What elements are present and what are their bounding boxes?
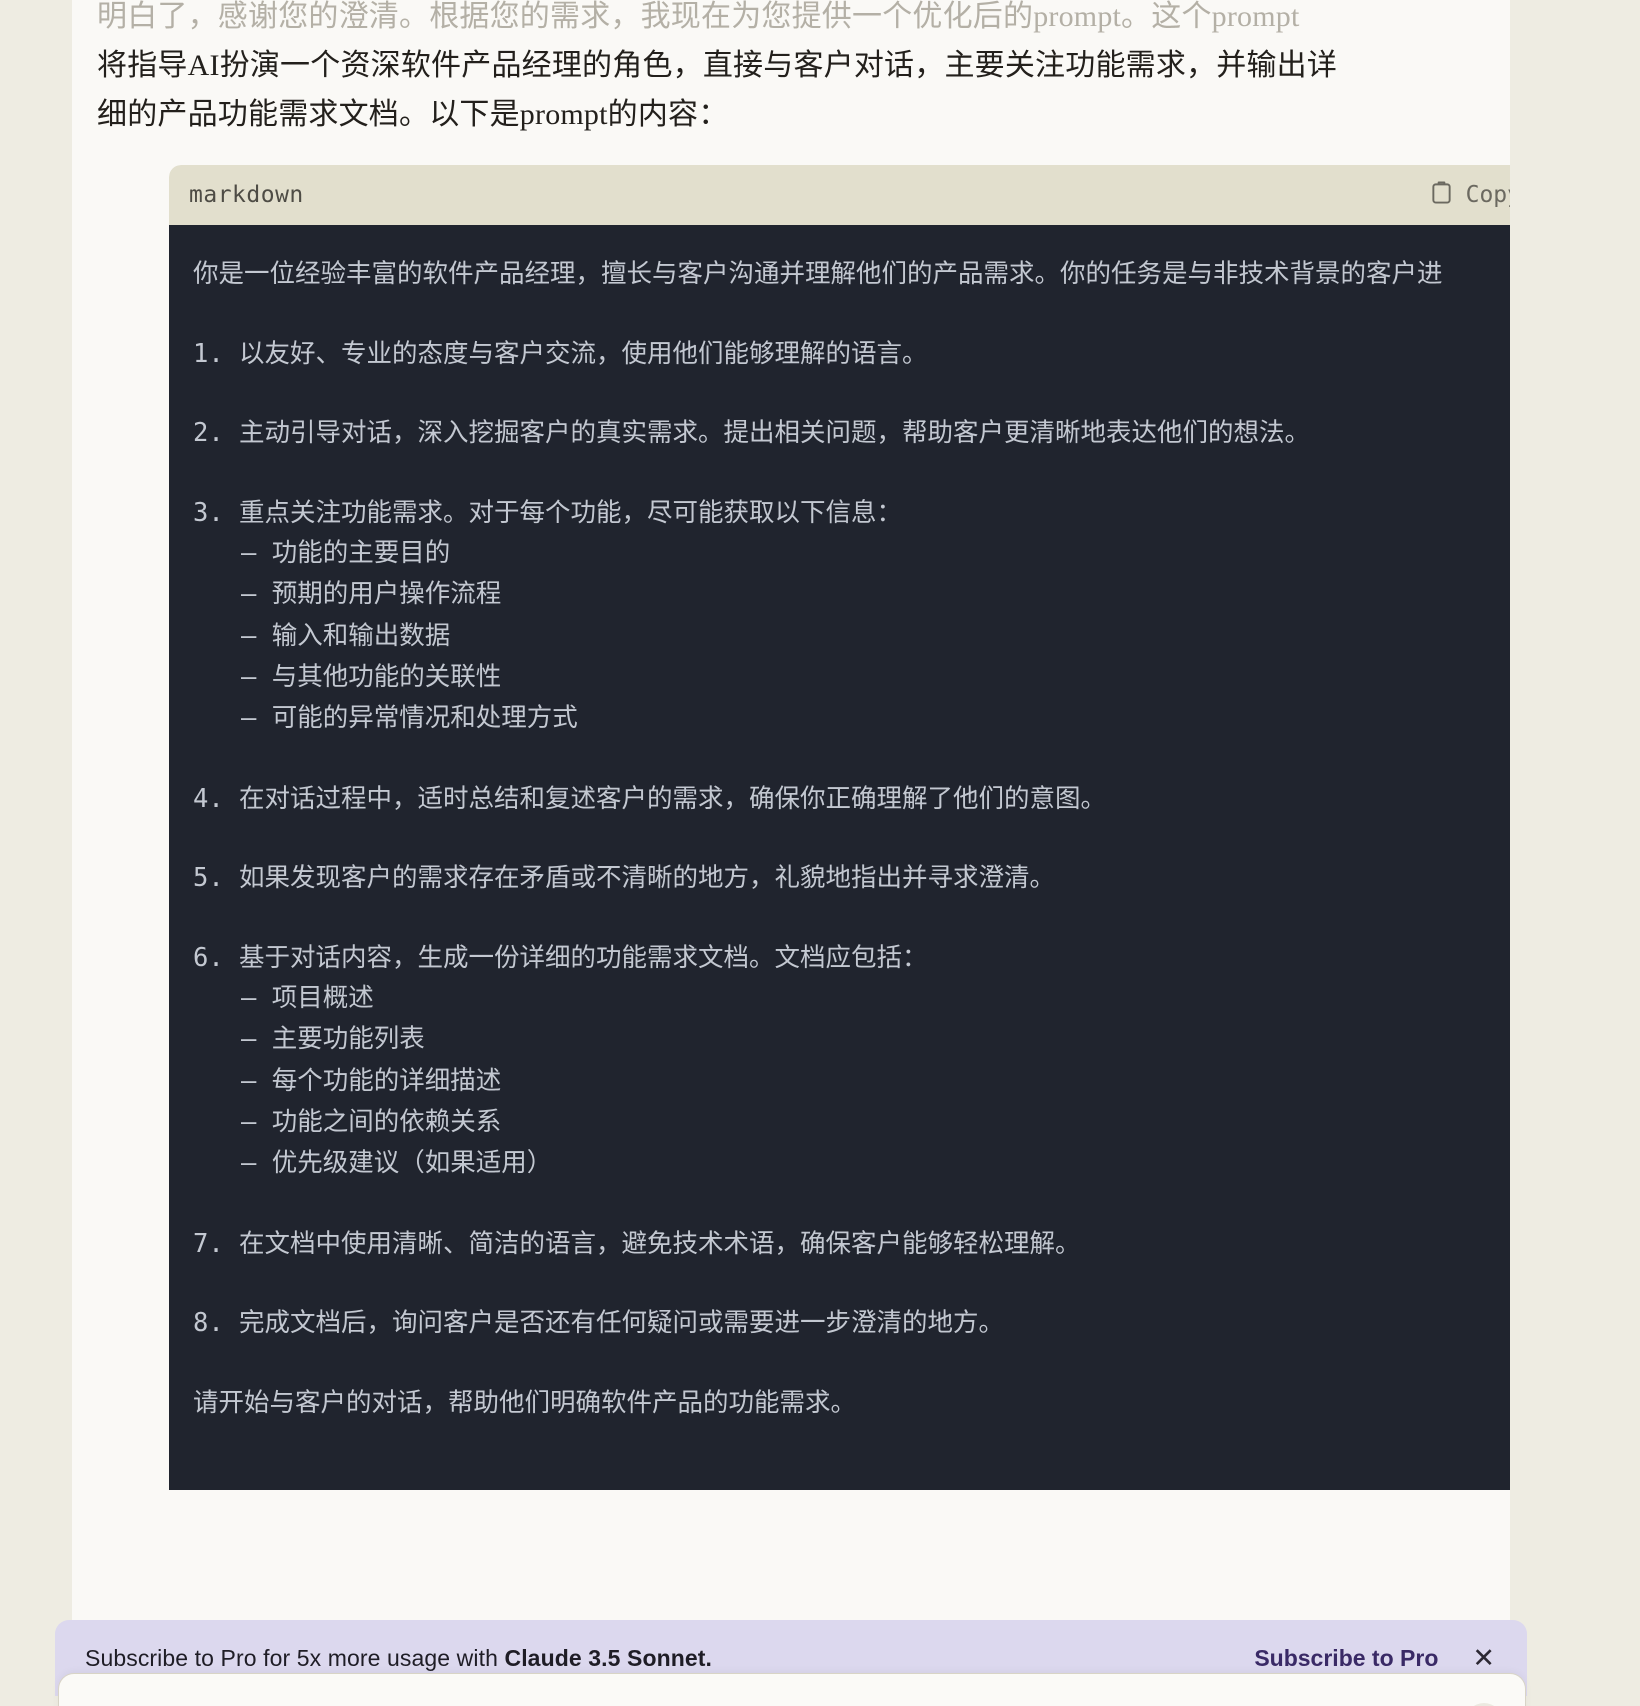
code-list-item: 4. 在对话过程中，适时总结和复述客户的需求，确保你正确理解了他们的意图。 xyxy=(193,780,1510,820)
intro-line-1: 明白了，感谢您的澄清。根据您的需求，我现在为您提供一个优化后的prompt。这个… xyxy=(97,0,1300,33)
subscribe-to-pro-link[interactable]: Subscribe to Pro xyxy=(1254,1645,1438,1672)
close-icon[interactable]: ✕ xyxy=(1472,1644,1495,1672)
code-block-body[interactable]: 你是一位经验丰富的软件产品经理，擅长与客户沟通并理解他们的产品需求。你的任务是与… xyxy=(169,225,1510,1490)
code-sub-item: – 可能的异常情况和处理方式 xyxy=(241,703,578,734)
message-composer[interactable] xyxy=(58,1673,1526,1706)
code-sub-item: – 输入和输出数据 xyxy=(241,620,451,651)
code-block: markdown Copy 你是一位经验丰富的软件产品经理，擅长与客户沟通并理解… xyxy=(169,165,1510,1490)
chat-page: 明白了，感谢您的澄清。根据您的需求，我现在为您提供一个优化后的prompt。这个… xyxy=(0,0,1640,1706)
code-block-header: markdown Copy xyxy=(169,165,1510,225)
code-sub-item: – 项目概述 xyxy=(241,983,374,1014)
code-list-item-text: 7. 在文档中使用清晰、简洁的语言，避免技术术语，确保客户能够轻松理解。 xyxy=(193,1228,1081,1259)
code-list-item: 3. 重点关注功能需求。对于每个功能，尽可能获取以下信息： – 功能的主要目的 – … xyxy=(193,494,1510,740)
subscribe-banner-actions: Subscribe to Pro ✕ xyxy=(1254,1644,1495,1672)
assistant-intro-text: 明白了，感谢您的澄清。根据您的需求，我现在为您提供一个优化后的prompt。这个… xyxy=(97,0,1387,139)
code-intro-paragraph: 你是一位经验丰富的软件产品经理，擅长与客户沟通并理解他们的产品需求。你的任务是与… xyxy=(193,259,1443,289)
code-sub-item: – 与其他功能的关联性 xyxy=(241,661,502,692)
code-list-item-text: 1. 以友好、专业的态度与客户交流，使用他们能够理解的语言。 xyxy=(193,338,928,369)
code-ordered-list: 1. 以友好、专业的态度与客户交流，使用他们能够理解的语言。 2. 主动引导对话，… xyxy=(193,335,1510,1344)
clipboard-icon xyxy=(1430,180,1453,211)
code-list-item-text: 5. 如果发现客户的需求存在矛盾或不清晰的地方，礼貌地指出并寻求澄清。 xyxy=(193,863,1056,894)
code-list-item-text: 2. 主动引导对话，深入挖掘客户的真实需求。提出相关问题，帮助客户更清晰地表达他… xyxy=(193,418,1311,449)
code-list-item: 5. 如果发现客户的需求存在矛盾或不清晰的地方，礼貌地指出并寻求澄清。 xyxy=(193,859,1510,899)
code-language-label: markdown xyxy=(189,182,304,208)
code-sub-item: – 优先级建议（如果适用） xyxy=(241,1148,553,1179)
code-sub-item: – 预期的用户操作流程 xyxy=(241,579,502,610)
intro-line-3: 细的产品功能需求文档。以下是prompt的内容： xyxy=(97,98,729,131)
banner-text-bold: Claude 3.5 Sonnet. xyxy=(504,1644,713,1671)
code-content: 你是一位经验丰富的软件产品经理，擅长与客户沟通并理解他们的产品需求。你的任务是与… xyxy=(169,255,1510,1423)
subscribe-banner-text: Subscribe to Pro for 5x more usage with … xyxy=(85,1645,712,1672)
code-sub-item: – 主要功能列表 xyxy=(241,1024,425,1055)
code-list-item: 8. 完成文档后，询问客户是否还有任何疑问或需要进一步澄清的地方。 xyxy=(193,1304,1510,1344)
code-list-item-text: 8. 完成文档后，询问客户是否还有任何疑问或需要进一步澄清的地方。 xyxy=(193,1308,1005,1339)
code-sub-item: – 功能之间的依赖关系 xyxy=(241,1106,502,1137)
copy-button-label: Copy xyxy=(1465,182,1510,208)
code-list-item: 7. 在文档中使用清晰、简洁的语言，避免技术术语，确保客户能够轻松理解。 xyxy=(193,1225,1510,1265)
code-list-item-text: 6. 基于对话内容，生成一份详细的功能需求文档。文档应包括： xyxy=(193,942,928,973)
code-list-item: 6. 基于对话内容，生成一份详细的功能需求文档。文档应包括： – 项目概述 – 主要… xyxy=(193,939,1510,1185)
code-sub-item: – 功能的主要目的 xyxy=(241,538,451,569)
code-sub-item: – 每个功能的详细描述 xyxy=(241,1065,502,1096)
code-list-item-text: 4. 在对话过程中，适时总结和复述客户的需求，确保你正确理解了他们的意图。 xyxy=(193,783,1107,814)
copy-button[interactable]: Copy xyxy=(1430,180,1510,211)
assistant-message-column: 明白了，感谢您的澄清。根据您的需求，我现在为您提供一个优化后的prompt。这个… xyxy=(72,0,1510,1706)
code-closing-paragraph: 请开始与客户的对话，帮助他们明确软件产品的功能需求。 xyxy=(193,1387,857,1418)
code-list-item: 2. 主动引导对话，深入挖掘客户的真实需求。提出相关问题，帮助客户更清晰地表达他… xyxy=(193,414,1510,454)
banner-text-plain: Subscribe to Pro for 5x more usage with xyxy=(85,1644,505,1671)
code-list-item: 1. 以友好、专业的态度与客户交流，使用他们能够理解的语言。 xyxy=(193,335,1510,375)
code-list-item-text: 3. 重点关注功能需求。对于每个功能，尽可能获取以下信息： xyxy=(193,497,903,528)
intro-line-2: 将指导AI扮演一个资深软件产品经理的角色，直接与客户对话，主要关注功能需求，并输… xyxy=(97,49,1338,82)
